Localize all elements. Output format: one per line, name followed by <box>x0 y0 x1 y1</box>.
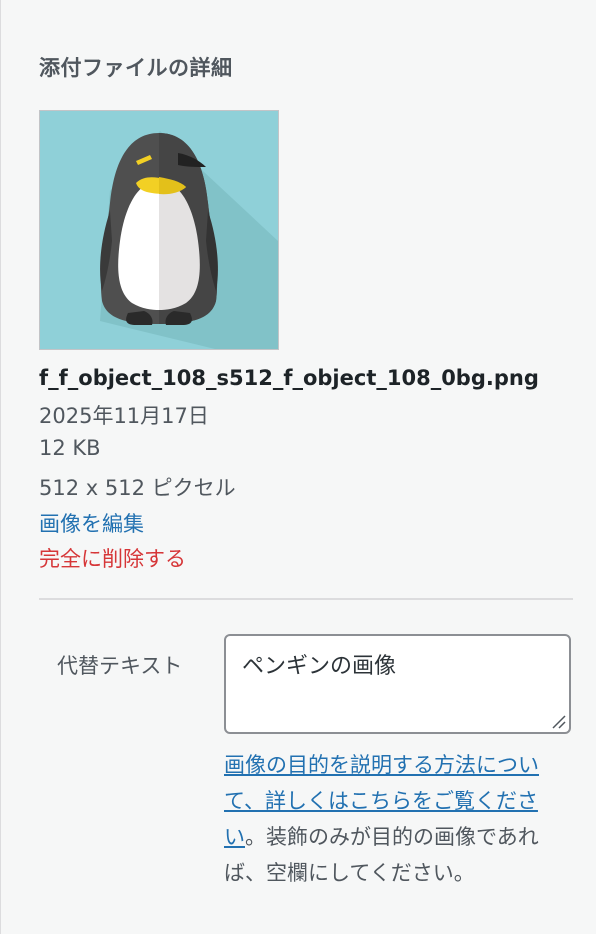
attachment-details-panel: 添付ファイルの詳細 f_f_object_108_s512_f_object_1… <box>0 0 596 934</box>
edit-image-link[interactable]: 画像を編集 <box>39 508 144 538</box>
alt-text-help-suffix: 。装飾のみが目的の画像であれば、空欄にしてください。 <box>224 825 539 885</box>
alt-text-label: 代替テキスト <box>57 654 183 678</box>
section-divider <box>39 598 573 600</box>
section-heading: 添付ファイルの詳細 <box>39 56 233 80</box>
delete-permanently-link[interactable]: 完全に削除する <box>39 543 186 573</box>
file-size: 12 KB <box>39 436 101 460</box>
alt-text-input[interactable]: ペンギンの画像 <box>224 634 571 734</box>
alt-text-help: 画像の目的を説明する方法について、詳しくはこちらをご覧ください。装飾のみが目的の… <box>224 747 569 891</box>
upload-date: 2025年11月17日 <box>39 404 209 428</box>
image-dimensions: 512 x 512 ピクセル <box>39 476 236 500</box>
penguin-image <box>40 111 278 349</box>
file-name: f_f_object_108_s512_f_object_108_0bg.png <box>39 366 539 390</box>
attachment-thumbnail[interactable] <box>39 110 279 350</box>
resize-handle-icon[interactable] <box>550 713 566 729</box>
